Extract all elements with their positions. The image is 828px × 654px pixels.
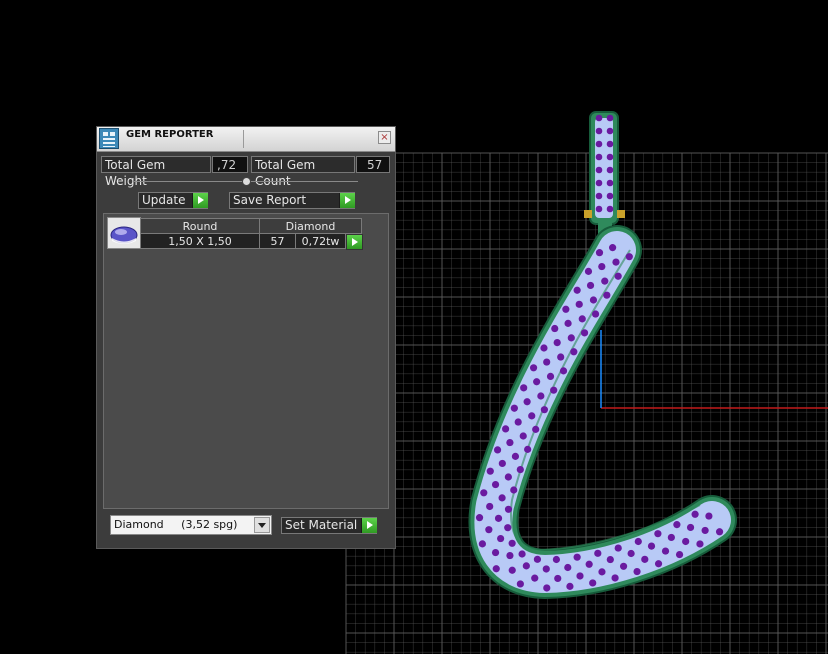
save-report-button-label: Save Report <box>233 193 307 207</box>
row-select-button[interactable] <box>346 234 363 250</box>
total-gem-count-label: Total Gem Count <box>251 156 355 188</box>
panel-title: GEM REPORTER <box>126 129 214 140</box>
gem-material-header: Diamond <box>259 218 362 234</box>
gem-count-cell: 57 <box>259 233 296 249</box>
total-gem-weight-label: Total Gem Weight <box>101 156 211 188</box>
update-button-label: Update <box>142 193 186 207</box>
round-gem-icon <box>110 226 138 244</box>
total-gem-weight-value: ,72 <box>212 156 248 173</box>
splitter-handle[interactable] <box>242 177 251 186</box>
bail-pin-left <box>584 210 592 218</box>
play-icon <box>339 193 355 208</box>
title-divider <box>243 130 244 148</box>
material-name: Diamond <box>114 518 164 531</box>
title-bar[interactable]: GEM REPORTER × <box>97 127 395 152</box>
gem-weight-cell: 0,72tw <box>295 233 346 249</box>
gem-reporter-panel: GEM REPORTER × Total Gem Weight ,72 Tota… <box>96 126 396 549</box>
gem-reporter-icon <box>99 128 119 149</box>
save-report-button[interactable]: Save Report <box>229 192 355 209</box>
update-button[interactable]: Update <box>138 192 208 209</box>
material-select[interactable]: Diamond (3,52 spg) <box>110 515 272 535</box>
set-material-button-label: Set Material <box>285 518 358 532</box>
gem-size-cell: 1,50 X 1,50 <box>140 233 260 249</box>
material-spg: (3,52 spg) <box>181 518 238 531</box>
set-material-button[interactable]: Set Material <box>281 517 377 534</box>
close-icon[interactable]: × <box>378 131 391 144</box>
chevron-down-icon[interactable] <box>254 517 270 533</box>
play-icon <box>361 518 377 533</box>
round-gem-thumbnail[interactable] <box>107 217 141 249</box>
gem-shape-header: Round <box>140 218 260 234</box>
gem-list: Round Diamond 1,50 X 1,50 57 0,72tw <box>103 213 389 509</box>
total-gem-count-value: 57 <box>356 156 390 173</box>
bail-pin-right <box>617 210 625 218</box>
play-icon <box>192 193 208 208</box>
